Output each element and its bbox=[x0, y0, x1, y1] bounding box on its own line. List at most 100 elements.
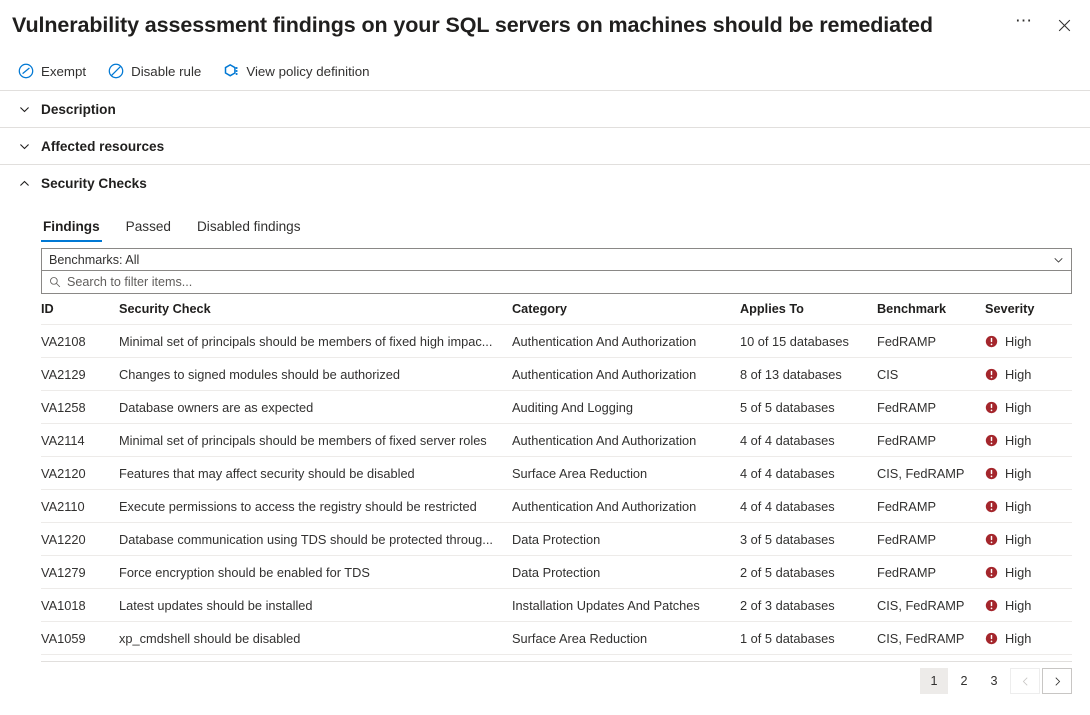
severity-label: High bbox=[1005, 532, 1031, 547]
table-row[interactable]: VA1018Latest updates should be installed… bbox=[41, 589, 1072, 622]
finding-benchmark: FedRAMP bbox=[877, 424, 985, 457]
column-header-category[interactable]: Category bbox=[512, 302, 740, 325]
table-body: VA2108Minimal set of principals should b… bbox=[41, 325, 1072, 655]
tab-passed[interactable]: Passed bbox=[124, 215, 173, 244]
severity-high-icon bbox=[985, 533, 998, 546]
view-policy-definition-label: View policy definition bbox=[246, 64, 369, 79]
exempt-label: Exempt bbox=[41, 64, 86, 79]
next-page-button[interactable] bbox=[1042, 668, 1072, 694]
finding-applies-to: 2 of 3 databases bbox=[740, 589, 877, 622]
finding-id: VA2114 bbox=[41, 424, 119, 457]
table-row[interactable]: VA1279Force encryption should be enabled… bbox=[41, 556, 1072, 589]
finding-benchmark: FedRAMP bbox=[877, 556, 985, 589]
finding-applies-to: 4 of 4 databases bbox=[740, 457, 877, 490]
finding-severity: High bbox=[985, 523, 1072, 556]
previous-page-button bbox=[1010, 668, 1040, 694]
severity-label: High bbox=[1005, 598, 1031, 613]
finding-category: Data Protection bbox=[512, 523, 740, 556]
close-button[interactable] bbox=[1046, 9, 1082, 41]
section-affected-resources-label: Affected resources bbox=[41, 139, 164, 154]
severity-high-icon bbox=[985, 434, 998, 447]
finding-severity: High bbox=[985, 457, 1072, 490]
finding-applies-to: 2 of 5 databases bbox=[740, 556, 877, 589]
chevron-down-icon bbox=[18, 140, 31, 153]
column-header-security-check[interactable]: Security Check bbox=[119, 302, 512, 325]
findings-table: ID Security Check Category Applies To Be… bbox=[41, 302, 1072, 655]
severity-high-icon bbox=[985, 335, 998, 348]
severity-high-icon bbox=[985, 368, 998, 381]
page-button-3[interactable]: 3 bbox=[980, 668, 1008, 694]
finding-id: VA2108 bbox=[41, 325, 119, 358]
status-badge: High bbox=[985, 391, 1064, 423]
finding-security-check: Minimal set of principals should be memb… bbox=[119, 424, 512, 457]
chevron-up-icon bbox=[18, 177, 31, 190]
exempt-button[interactable]: Exempt bbox=[16, 59, 88, 83]
finding-category: Data Protection bbox=[512, 556, 740, 589]
more-options-button[interactable]: ⋯ bbox=[1006, 9, 1042, 41]
table-row[interactable]: VA1059xp_cmdshell should be disabledSurf… bbox=[41, 622, 1072, 655]
benchmarks-dropdown[interactable]: Benchmarks: All bbox=[41, 248, 1072, 271]
tab-disabled-findings[interactable]: Disabled findings bbox=[195, 215, 303, 244]
table-row[interactable]: VA2129Changes to signed modules should b… bbox=[41, 358, 1072, 391]
severity-label: High bbox=[1005, 400, 1031, 415]
finding-severity: High bbox=[985, 622, 1072, 655]
finding-category: Surface Area Reduction bbox=[512, 622, 740, 655]
search-container[interactable] bbox=[41, 271, 1072, 294]
section-affected-resources[interactable]: Affected resources bbox=[0, 128, 1090, 165]
section-security-checks-label: Security Checks bbox=[41, 176, 147, 191]
severity-label: High bbox=[1005, 334, 1031, 349]
tab-findings-label: Findings bbox=[43, 219, 100, 234]
column-header-applies-to[interactable]: Applies To bbox=[740, 302, 877, 325]
table-row[interactable]: VA1220Database communication using TDS s… bbox=[41, 523, 1072, 556]
tab-findings[interactable]: Findings bbox=[41, 215, 102, 244]
finding-id: VA1220 bbox=[41, 523, 119, 556]
tab-passed-label: Passed bbox=[126, 219, 171, 234]
severity-label: High bbox=[1005, 565, 1031, 580]
section-security-checks[interactable]: Security Checks bbox=[0, 165, 1090, 202]
column-header-id[interactable]: ID bbox=[41, 302, 119, 325]
finding-security-check: Minimal set of principals should be memb… bbox=[119, 325, 512, 358]
severity-high-icon bbox=[985, 401, 998, 414]
disable-rule-icon bbox=[108, 63, 124, 79]
finding-category: Authentication And Authorization bbox=[512, 424, 740, 457]
finding-security-check: Force encryption should be enabled for T… bbox=[119, 556, 512, 589]
table-row[interactable]: VA2120Features that may affect security … bbox=[41, 457, 1072, 490]
status-badge: High bbox=[985, 589, 1064, 621]
status-badge: High bbox=[985, 325, 1064, 357]
disable-rule-button[interactable]: Disable rule bbox=[106, 59, 203, 83]
finding-benchmark: CIS, FedRAMP bbox=[877, 457, 985, 490]
section-description[interactable]: Description bbox=[0, 91, 1090, 128]
table-row[interactable]: VA1258Database owners are as expectedAud… bbox=[41, 391, 1072, 424]
finding-severity: High bbox=[985, 358, 1072, 391]
finding-id: VA2129 bbox=[41, 358, 119, 391]
page-title: Vulnerability assessment findings on you… bbox=[12, 10, 1090, 40]
page-button-2[interactable]: 2 bbox=[950, 668, 978, 694]
finding-benchmark: FedRAMP bbox=[877, 523, 985, 556]
table-header: ID Security Check Category Applies To Be… bbox=[41, 302, 1072, 325]
finding-benchmark: CIS, FedRAMP bbox=[877, 622, 985, 655]
table-row[interactable]: VA2110Execute permissions to access the … bbox=[41, 490, 1072, 523]
title-bar: Vulnerability assessment findings on you… bbox=[0, 0, 1090, 52]
table-row[interactable]: VA2114Minimal set of principals should b… bbox=[41, 424, 1072, 457]
severity-label: High bbox=[1005, 367, 1031, 382]
finding-severity: High bbox=[985, 589, 1072, 622]
status-badge: High bbox=[985, 490, 1064, 522]
search-input[interactable] bbox=[67, 275, 1064, 289]
close-icon bbox=[1057, 18, 1072, 33]
finding-severity: High bbox=[985, 325, 1072, 358]
view-policy-definition-button[interactable]: View policy definition bbox=[221, 59, 371, 83]
status-badge: High bbox=[985, 358, 1064, 390]
finding-security-check: Changes to signed modules should be auth… bbox=[119, 358, 512, 391]
exempt-icon bbox=[18, 63, 34, 79]
finding-severity: High bbox=[985, 391, 1072, 424]
status-badge: High bbox=[985, 556, 1064, 588]
finding-severity: High bbox=[985, 424, 1072, 457]
table-row[interactable]: VA2108Minimal set of principals should b… bbox=[41, 325, 1072, 358]
column-header-severity[interactable]: Severity bbox=[985, 302, 1072, 325]
finding-applies-to: 4 of 4 databases bbox=[740, 424, 877, 457]
chevron-left-icon bbox=[1020, 676, 1031, 687]
page-button-1[interactable]: 1 bbox=[920, 668, 948, 694]
finding-category: Surface Area Reduction bbox=[512, 457, 740, 490]
severity-high-icon bbox=[985, 599, 998, 612]
column-header-benchmark[interactable]: Benchmark bbox=[877, 302, 985, 325]
